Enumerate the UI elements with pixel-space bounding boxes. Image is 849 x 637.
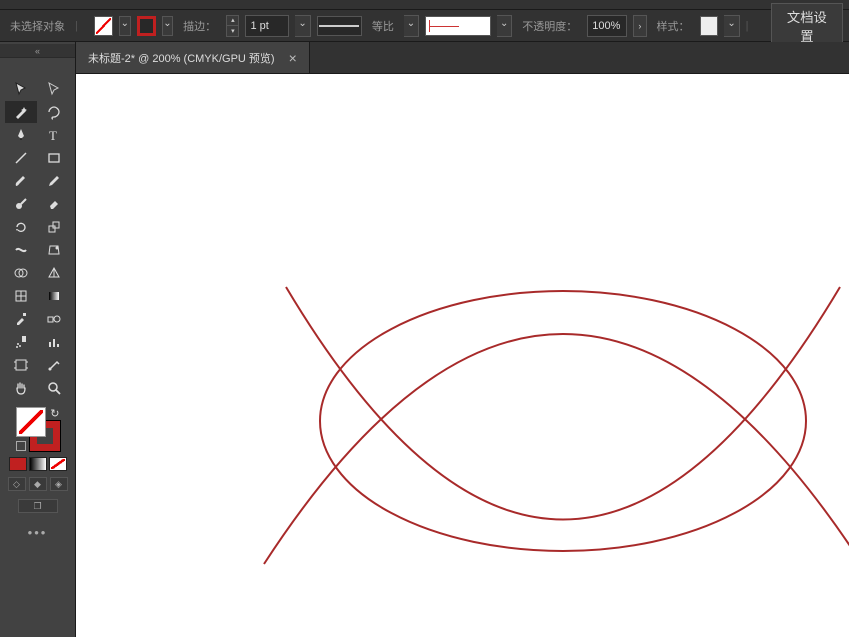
hand-tool[interactable]: [5, 377, 37, 399]
stroke-profile[interactable]: [317, 16, 362, 36]
slice-tool[interactable]: [38, 354, 70, 376]
tools-collapse-toggle[interactable]: «: [0, 44, 75, 58]
draw-normal-icon[interactable]: ◇: [8, 477, 26, 491]
stroke-weight-input[interactable]: [245, 15, 289, 37]
brush-definition[interactable]: [425, 16, 491, 36]
color-mode-gradient[interactable]: [29, 457, 47, 471]
control-bar: 未选择对象 | 描边： ▴▾ 等比 不透明度： › 样式： | 文档设置: [0, 10, 849, 42]
close-tab-icon[interactable]: ×: [289, 50, 297, 66]
default-fill-stroke-icon[interactable]: [16, 441, 26, 451]
fill-indicator[interactable]: [16, 407, 46, 437]
draw-behind-icon[interactable]: ◆: [29, 477, 47, 491]
swap-fill-stroke-icon[interactable]: ↻: [50, 407, 59, 420]
edit-toolbar-button[interactable]: •••: [28, 525, 48, 540]
selection-status: 未选择对象: [6, 18, 69, 34]
stroke-label: 描边：: [179, 18, 220, 34]
menu-bar: [0, 0, 849, 10]
fill-stroke-indicator[interactable]: ↻: [16, 407, 60, 451]
ellipse-path: [320, 291, 806, 551]
graphic-style-swatch[interactable]: [700, 16, 719, 36]
color-mode-none[interactable]: [49, 457, 67, 471]
canvas[interactable]: [76, 74, 849, 637]
tools-panel: « T: [0, 42, 76, 637]
gradient-tool[interactable]: [38, 285, 70, 307]
column-graph-tool[interactable]: [38, 331, 70, 353]
stroke-swatch-dropdown[interactable]: [162, 16, 173, 36]
opacity-slider-button[interactable]: ›: [633, 15, 646, 37]
profile-dropdown[interactable]: [404, 15, 419, 37]
width-tool[interactable]: [5, 239, 37, 261]
free-transform-tool[interactable]: [38, 239, 70, 261]
blob-brush-tool[interactable]: [5, 193, 37, 215]
fill-swatch-dropdown[interactable]: [119, 16, 130, 36]
selection-tool[interactable]: [5, 78, 37, 100]
screen-mode-icon[interactable]: ❐: [18, 499, 58, 513]
mesh-tool[interactable]: [5, 285, 37, 307]
shape-builder-tool[interactable]: [5, 262, 37, 284]
perspective-tool[interactable]: [38, 262, 70, 284]
scale-tool[interactable]: [38, 216, 70, 238]
artwork: [76, 74, 849, 637]
opacity-label: 不透明度：: [518, 18, 581, 34]
fill-swatch[interactable]: [94, 16, 113, 36]
zoom-tool[interactable]: [38, 377, 70, 399]
document-tab-title: 未标题-2* @ 200% (CMYK/GPU 预览): [88, 50, 275, 66]
document-area: 未标题-2* @ 200% (CMYK/GPU 预览) ×: [76, 42, 849, 637]
type-tool[interactable]: T: [38, 124, 70, 146]
color-mode-row: [9, 457, 67, 471]
blend-tool[interactable]: [38, 308, 70, 330]
pen-tool[interactable]: [5, 124, 37, 146]
profile-label: 等比: [368, 18, 398, 34]
arc-path-1: [286, 287, 840, 520]
line-tool[interactable]: [5, 147, 37, 169]
symbol-sprayer-tool[interactable]: [5, 331, 37, 353]
brush-dropdown[interactable]: [497, 15, 512, 37]
eraser-tool[interactable]: [38, 193, 70, 215]
style-dropdown[interactable]: [724, 15, 739, 37]
rectangle-tool[interactable]: [38, 147, 70, 169]
tools-title: [0, 58, 75, 76]
eyedropper-tool[interactable]: [5, 308, 37, 330]
stroke-stepper[interactable]: ▴▾: [226, 15, 239, 37]
screen-mode-row: ❐: [18, 499, 58, 513]
opacity-input[interactable]: [587, 15, 627, 37]
stroke-swatch[interactable]: [137, 16, 156, 36]
pencil-tool[interactable]: [38, 170, 70, 192]
magic-wand-tool[interactable]: [5, 101, 37, 123]
svg-text:T: T: [49, 128, 57, 143]
arc-path-2: [264, 334, 849, 564]
draw-inside-icon[interactable]: ◈: [50, 477, 68, 491]
paintbrush-tool[interactable]: [5, 170, 37, 192]
artboard-tool[interactable]: [5, 354, 37, 376]
document-tab-bar: 未标题-2* @ 200% (CMYK/GPU 预览) ×: [76, 42, 849, 74]
color-mode-color[interactable]: [9, 457, 27, 471]
style-label: 样式：: [653, 18, 694, 34]
document-tab[interactable]: 未标题-2* @ 200% (CMYK/GPU 预览) ×: [76, 42, 310, 73]
rotate-tool[interactable]: [5, 216, 37, 238]
direct-selection-tool[interactable]: [38, 78, 70, 100]
lasso-tool[interactable]: [38, 101, 70, 123]
draw-mode-row: ◇ ◆ ◈: [8, 477, 68, 491]
stroke-weight-dropdown[interactable]: [295, 15, 310, 37]
